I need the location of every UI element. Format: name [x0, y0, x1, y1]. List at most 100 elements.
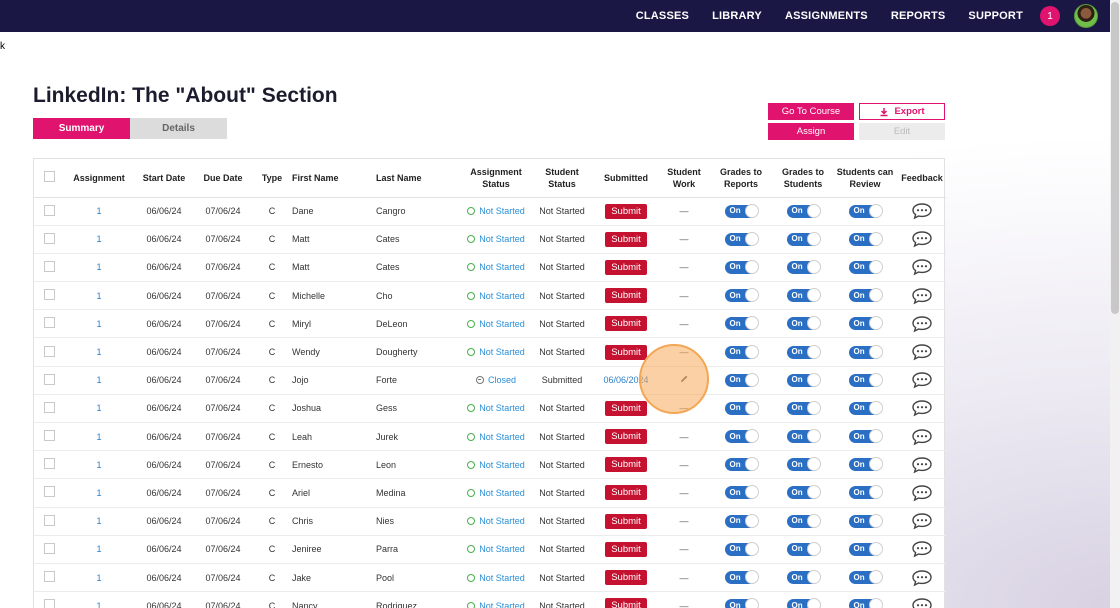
- row-checkbox[interactable]: [43, 458, 55, 470]
- row-checkbox[interactable]: [43, 430, 55, 442]
- chat-bubble-icon[interactable]: [911, 315, 933, 333]
- chat-bubble-icon[interactable]: [911, 597, 933, 608]
- grades-to-students-toggle[interactable]: On: [786, 372, 821, 387]
- grades-to-students-toggle[interactable]: On: [786, 598, 821, 608]
- students-can-review-toggle[interactable]: On: [848, 372, 883, 387]
- row-checkbox[interactable]: [43, 232, 55, 244]
- row-checkbox[interactable]: [43, 401, 55, 413]
- nav-library[interactable]: LIBRARY: [712, 10, 762, 22]
- edit-button[interactable]: Edit: [859, 123, 945, 140]
- students-can-review-toggle[interactable]: On: [848, 429, 883, 444]
- students-can-review-toggle[interactable]: On: [848, 316, 883, 331]
- assignment-status-text[interactable]: Not Started: [479, 432, 525, 442]
- students-can-review-toggle[interactable]: On: [848, 259, 883, 274]
- chat-bubble-icon[interactable]: [911, 569, 933, 587]
- go-to-course-button[interactable]: Go To Course: [768, 103, 854, 120]
- row-checkbox[interactable]: [43, 317, 55, 329]
- avatar[interactable]: [1074, 4, 1098, 28]
- select-all-checkbox[interactable]: [43, 170, 55, 182]
- submit-button[interactable]: Submit: [605, 316, 647, 332]
- submit-button[interactable]: Submit: [605, 288, 647, 304]
- grades-to-reports-toggle[interactable]: On: [724, 372, 759, 387]
- submit-button[interactable]: Submit: [605, 429, 647, 445]
- assignment-status-text[interactable]: Not Started: [479, 319, 525, 329]
- export-button[interactable]: Export: [859, 103, 945, 120]
- assignment-status-text[interactable]: Not Started: [479, 573, 525, 583]
- notification-badge[interactable]: 1: [1040, 6, 1060, 26]
- grades-to-students-toggle[interactable]: On: [786, 457, 821, 472]
- grades-to-students-toggle[interactable]: On: [786, 344, 821, 359]
- nav-classes[interactable]: CLASSES: [636, 10, 689, 22]
- assignment-status-text[interactable]: Not Started: [479, 403, 525, 413]
- chat-bubble-icon[interactable]: [911, 343, 933, 361]
- assignment-status-text[interactable]: Not Started: [479, 460, 525, 470]
- submit-button[interactable]: Submit: [605, 570, 647, 586]
- grades-to-reports-toggle[interactable]: On: [724, 513, 759, 528]
- grades-to-reports-toggle[interactable]: On: [724, 203, 759, 218]
- assignment-link[interactable]: 1: [96, 319, 101, 329]
- students-can-review-toggle[interactable]: On: [848, 288, 883, 303]
- students-can-review-toggle[interactable]: On: [848, 231, 883, 246]
- assignment-link[interactable]: 1: [96, 573, 101, 583]
- assignment-status-text[interactable]: Not Started: [479, 206, 525, 216]
- grades-to-students-toggle[interactable]: On: [786, 231, 821, 246]
- students-can-review-toggle[interactable]: On: [848, 485, 883, 500]
- row-checkbox[interactable]: [43, 289, 55, 301]
- chat-bubble-icon[interactable]: [911, 428, 933, 446]
- assignment-link[interactable]: 1: [96, 347, 101, 357]
- assignment-link[interactable]: 1: [96, 432, 101, 442]
- grades-to-reports-toggle[interactable]: On: [724, 288, 759, 303]
- grades-to-students-toggle[interactable]: On: [786, 288, 821, 303]
- students-can-review-toggle[interactable]: On: [848, 541, 883, 556]
- grades-to-reports-toggle[interactable]: On: [724, 231, 759, 246]
- grades-to-students-toggle[interactable]: On: [786, 570, 821, 585]
- grades-to-reports-toggle[interactable]: On: [724, 316, 759, 331]
- submit-button[interactable]: Submit: [605, 541, 647, 557]
- assignment-status-text[interactable]: Not Started: [479, 601, 525, 608]
- assignment-status-text[interactable]: Not Started: [479, 234, 525, 244]
- grades-to-students-toggle[interactable]: On: [786, 541, 821, 556]
- students-can-review-toggle[interactable]: On: [848, 400, 883, 415]
- chat-bubble-icon[interactable]: [911, 202, 933, 220]
- grades-to-reports-toggle[interactable]: On: [724, 400, 759, 415]
- students-can-review-toggle[interactable]: On: [848, 203, 883, 218]
- tab-details[interactable]: Details: [130, 118, 227, 139]
- assignment-link[interactable]: 1: [96, 516, 101, 526]
- chat-bubble-icon[interactable]: [911, 399, 933, 417]
- grades-to-students-toggle[interactable]: On: [786, 513, 821, 528]
- row-checkbox[interactable]: [43, 486, 55, 498]
- chat-bubble-icon[interactable]: [911, 512, 933, 530]
- assignment-status-text[interactable]: Not Started: [479, 544, 525, 554]
- grades-to-reports-toggle[interactable]: On: [724, 344, 759, 359]
- students-can-review-toggle[interactable]: On: [848, 344, 883, 359]
- submit-button[interactable]: Submit: [605, 400, 647, 416]
- submit-button[interactable]: Submit: [605, 598, 647, 608]
- submit-button[interactable]: Submit: [605, 513, 647, 529]
- row-checkbox[interactable]: [43, 542, 55, 554]
- submit-button[interactable]: Submit: [605, 259, 647, 275]
- assignment-link[interactable]: 1: [96, 488, 101, 498]
- assignment-link[interactable]: 1: [96, 291, 101, 301]
- submit-button[interactable]: Submit: [605, 344, 647, 360]
- grades-to-reports-toggle[interactable]: On: [724, 259, 759, 274]
- chat-bubble-icon[interactable]: [911, 371, 933, 389]
- assignment-status-text[interactable]: Not Started: [479, 291, 525, 301]
- assignment-link[interactable]: 1: [96, 403, 101, 413]
- row-checkbox[interactable]: [43, 373, 55, 385]
- row-checkbox[interactable]: [43, 260, 55, 272]
- chat-bubble-icon[interactable]: [911, 456, 933, 474]
- submit-button[interactable]: Submit: [605, 457, 647, 473]
- grades-to-students-toggle[interactable]: On: [786, 485, 821, 500]
- assignment-status-text[interactable]: Not Started: [479, 347, 525, 357]
- assignment-link[interactable]: 1: [96, 234, 101, 244]
- submit-button[interactable]: Submit: [605, 203, 647, 219]
- assignment-status-text[interactable]: Not Started: [479, 516, 525, 526]
- row-checkbox[interactable]: [43, 599, 55, 608]
- grades-to-reports-toggle[interactable]: On: [724, 598, 759, 608]
- grades-to-reports-toggle[interactable]: On: [724, 541, 759, 556]
- grades-to-students-toggle[interactable]: On: [786, 400, 821, 415]
- students-can-review-toggle[interactable]: On: [848, 457, 883, 472]
- assignment-link[interactable]: 1: [96, 262, 101, 272]
- scrollbar-thumb[interactable]: [1111, 2, 1119, 314]
- grades-to-reports-toggle[interactable]: On: [724, 485, 759, 500]
